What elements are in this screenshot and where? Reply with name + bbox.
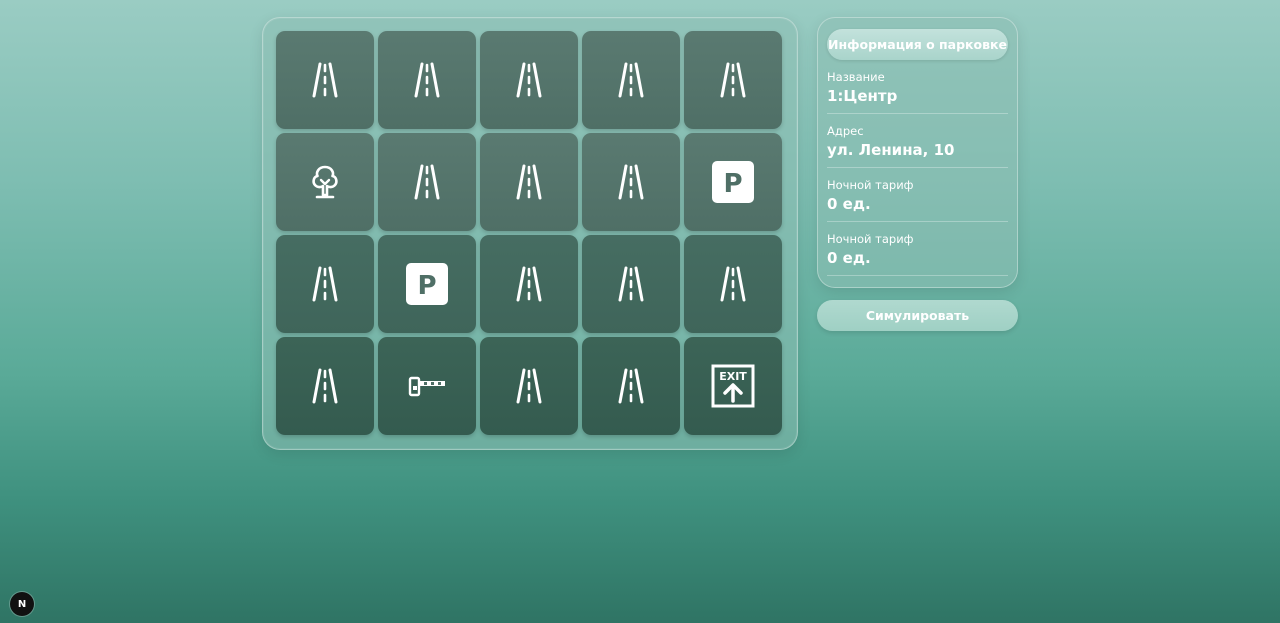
exit-icon: EXIT bbox=[711, 364, 755, 408]
info-row-night-rate-2: Ночной тариф 0 ед. bbox=[827, 222, 1008, 276]
grid-cell-road[interactable] bbox=[480, 235, 578, 333]
grid-cell-parking[interactable]: P bbox=[378, 235, 476, 333]
grid-cell-road[interactable] bbox=[276, 337, 374, 435]
road-icon bbox=[305, 264, 345, 304]
info-row-name: Название 1:Центр bbox=[827, 60, 1008, 114]
info-header: Информация о парковке bbox=[827, 29, 1008, 60]
road-icon bbox=[407, 162, 447, 202]
info-label: Ночной тариф bbox=[827, 178, 914, 192]
info-row-night-rate: Ночной тариф 0 ед. bbox=[827, 168, 1008, 222]
next-logo-badge[interactable]: N bbox=[10, 592, 34, 616]
road-icon bbox=[713, 264, 753, 304]
parking-letter: P bbox=[723, 169, 742, 199]
road-icon bbox=[611, 60, 651, 100]
parking-letter: P bbox=[417, 271, 436, 301]
barrier-icon bbox=[407, 374, 447, 398]
info-value: 0 ед. bbox=[827, 249, 871, 267]
grid-cell-road[interactable] bbox=[684, 235, 782, 333]
grid-cell-road[interactable] bbox=[276, 235, 374, 333]
grid-cell-parking[interactable]: P bbox=[684, 133, 782, 231]
grid-cell-road[interactable] bbox=[480, 133, 578, 231]
road-icon bbox=[407, 60, 447, 100]
info-value: ул. Ленина, 10 bbox=[827, 141, 955, 159]
road-icon bbox=[713, 60, 753, 100]
grid-cell-road[interactable] bbox=[582, 337, 680, 435]
info-label: Адрес bbox=[827, 124, 864, 138]
grid-cell-road[interactable] bbox=[480, 337, 578, 435]
grid-cell-road[interactable] bbox=[480, 31, 578, 129]
parking-icon: P bbox=[405, 262, 449, 306]
road-icon bbox=[305, 60, 345, 100]
road-icon bbox=[611, 162, 651, 202]
grid-cell-road[interactable] bbox=[276, 31, 374, 129]
grid-cell-road[interactable] bbox=[582, 235, 680, 333]
parking-info-panel: Информация о парковке Название 1:Центр А… bbox=[817, 17, 1018, 288]
grid-cell-road[interactable] bbox=[582, 133, 680, 231]
grid-cell-road[interactable] bbox=[684, 31, 782, 129]
parking-grid: P P EXIT bbox=[276, 31, 797, 435]
road-icon bbox=[509, 162, 549, 202]
info-row-address: Адрес ул. Ленина, 10 bbox=[827, 114, 1008, 168]
info-label: Ночной тариф bbox=[827, 232, 914, 246]
grid-cell-barrier[interactable] bbox=[378, 337, 476, 435]
grid-cell-exit[interactable]: EXIT bbox=[684, 337, 782, 435]
road-icon bbox=[611, 366, 651, 406]
road-icon bbox=[509, 60, 549, 100]
simulate-button[interactable]: Симулировать bbox=[817, 300, 1018, 331]
road-icon bbox=[509, 264, 549, 304]
grid-cell-tree[interactable] bbox=[276, 133, 374, 231]
road-icon bbox=[509, 366, 549, 406]
info-value: 1:Центр bbox=[827, 87, 898, 105]
parking-grid-panel: P P EXIT bbox=[262, 17, 798, 450]
tree-icon bbox=[307, 162, 343, 202]
exit-label: EXIT bbox=[719, 370, 747, 383]
road-icon bbox=[305, 366, 345, 406]
info-value: 0 ед. bbox=[827, 195, 871, 213]
road-icon bbox=[611, 264, 651, 304]
grid-cell-road[interactable] bbox=[582, 31, 680, 129]
grid-cell-road[interactable] bbox=[378, 133, 476, 231]
parking-icon: P bbox=[711, 160, 755, 204]
grid-cell-road[interactable] bbox=[378, 31, 476, 129]
info-label: Название bbox=[827, 70, 885, 84]
